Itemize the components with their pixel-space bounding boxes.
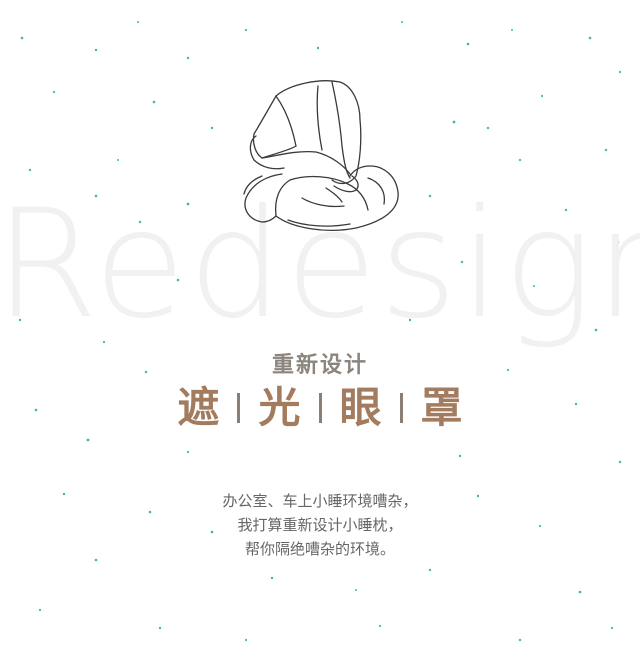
page-title: 遮 光 眼 罩 xyxy=(0,380,640,436)
title-separator xyxy=(318,393,322,423)
title-char-4: 罩 xyxy=(420,383,463,432)
description-line: 我打算重新设计小睡枕， xyxy=(237,516,403,534)
pillow-sketch-icon xyxy=(243,80,399,231)
description-line: 办公室、车上小睡环境嘈杂， xyxy=(222,492,418,510)
title-char-2: 光 xyxy=(258,383,301,432)
subtitle-redesign: 重新设计 xyxy=(271,353,368,378)
title-separator xyxy=(399,393,403,423)
description: 办公室、车上小睡环境嘈杂， 我打算重新设计小睡枕， 帮你隔绝嘈杂的环境。 xyxy=(0,489,640,561)
title-char-3: 眼 xyxy=(339,383,382,432)
title-char-1: 遮 xyxy=(177,383,220,432)
description-line: 帮你隔绝嘈杂的环境。 xyxy=(244,540,395,558)
title-separator xyxy=(237,393,241,423)
page: Redesign 重新设计 遮 光 眼 罩 办公室、车上小睡环境嘈杂， 我打算重… xyxy=(0,0,640,665)
